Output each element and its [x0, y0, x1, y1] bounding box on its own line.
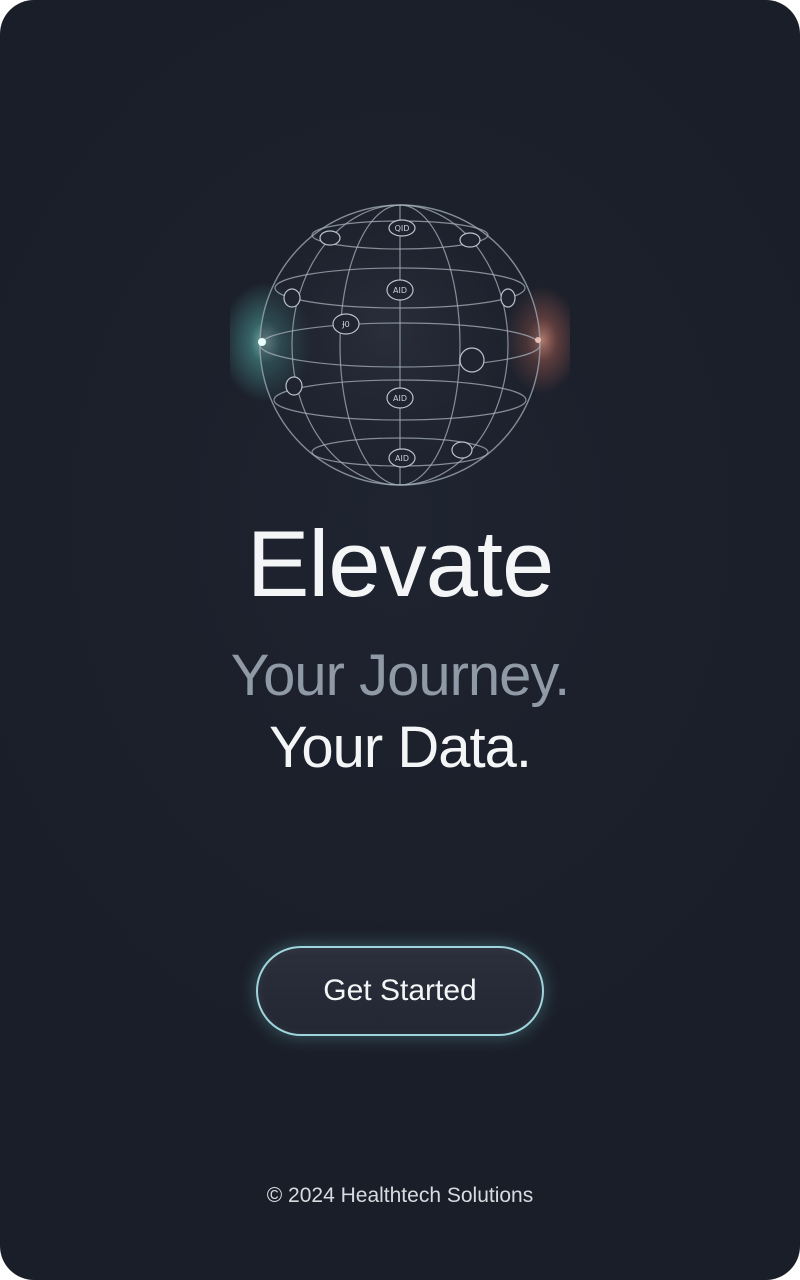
footer-copyright: © 2024 Healthtech Solutions	[266, 1184, 534, 1207]
tagline-data: Your Data.	[269, 715, 532, 780]
headline: Elevate	[246, 511, 555, 616]
get-started-button[interactable]: Get Started	[256, 946, 544, 1036]
globe-node-label: AID	[393, 394, 407, 403]
tagline-journey: Your Journey.	[230, 643, 570, 708]
globe-node-label: AID	[395, 454, 409, 463]
globe-node-label: QID	[395, 224, 410, 233]
globe-network-icon: QID AID Ɉ0 AID AID	[230, 190, 570, 510]
welcome-screen: QID AID Ɉ0 AID AID Elevate Your Journey.…	[0, 0, 800, 1280]
globe-node-label: Ɉ0	[341, 320, 349, 329]
globe-node-label: AID	[393, 286, 407, 295]
